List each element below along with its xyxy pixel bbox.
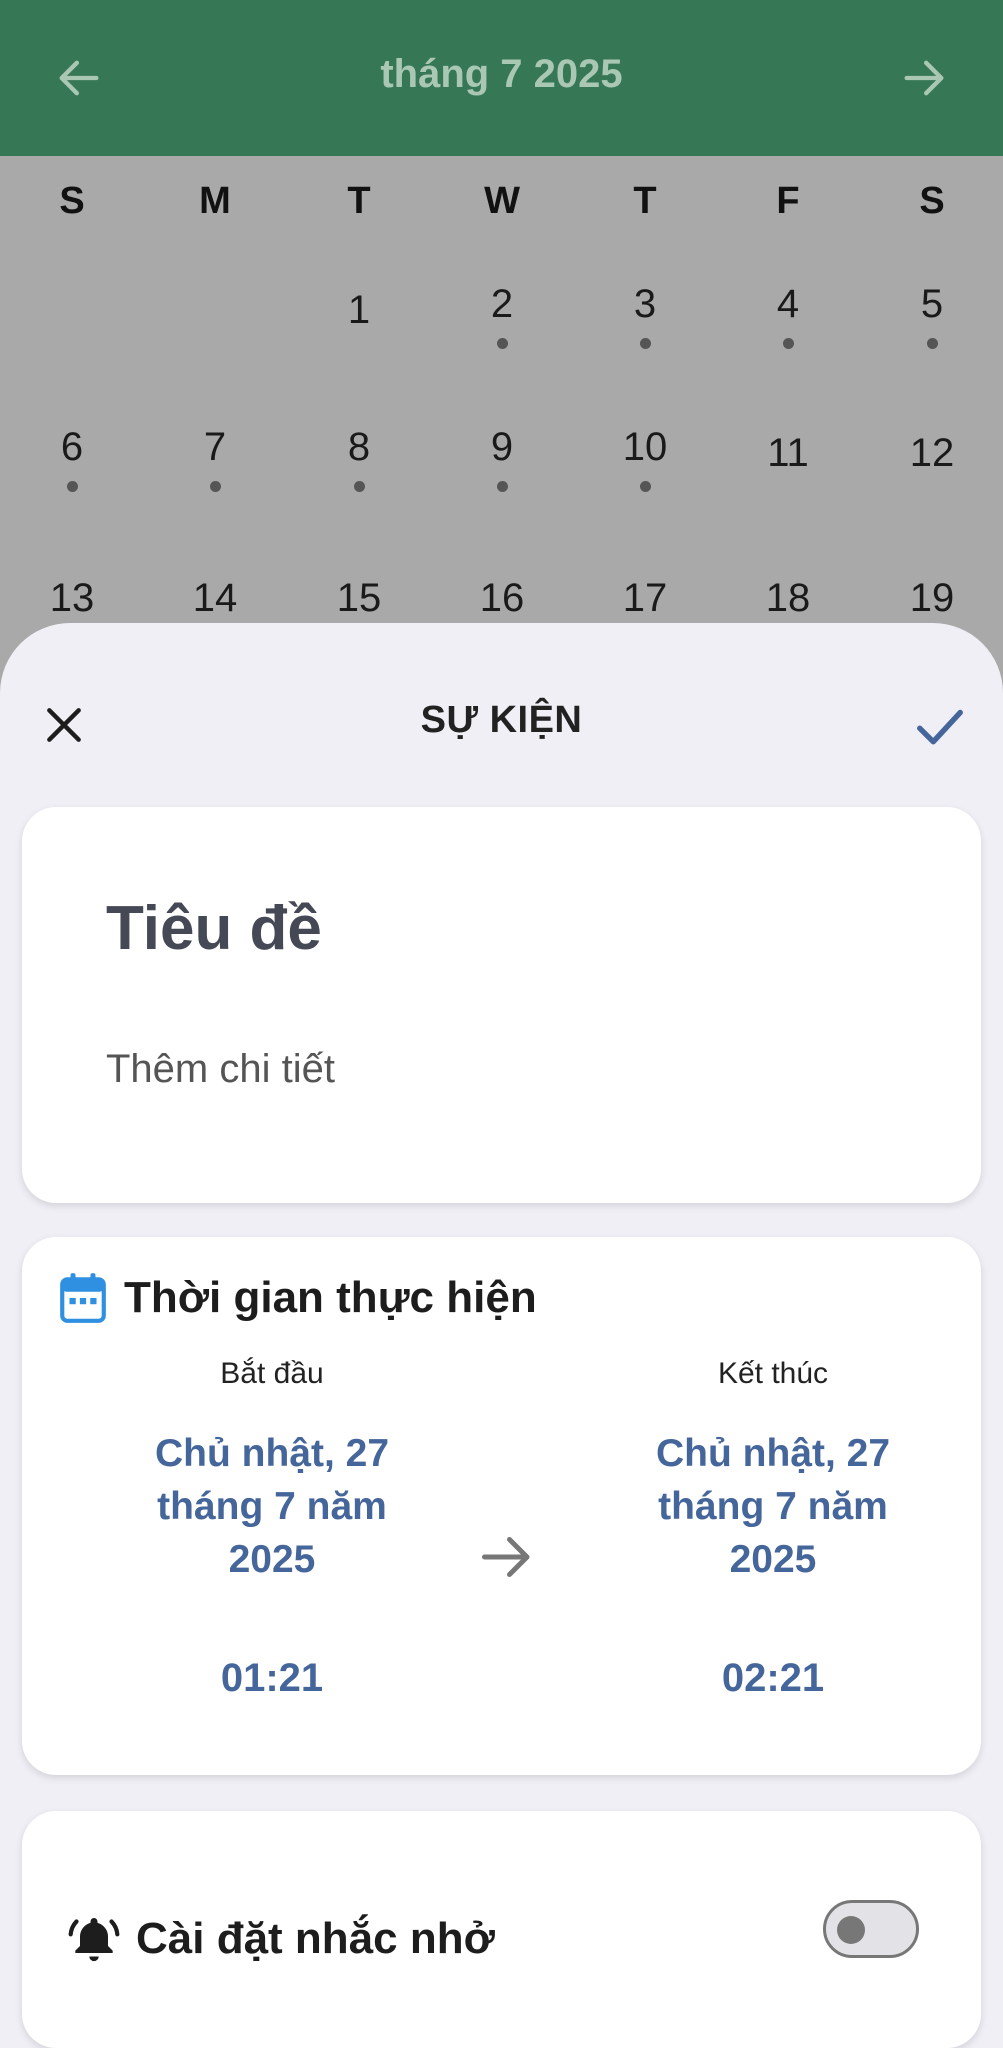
reminder-row: Cài đặt nhắc nhở — [66, 1911, 495, 1967]
weekday-label: W — [484, 180, 520, 222]
weekday-header: S M T W T F S — [0, 180, 1003, 230]
calendar-grid: S M T W T F S 1 2 3 4 5 6 7 8 9 10 11 12 13 14 15 16 17 1… — [0, 156, 1003, 626]
confirm-button[interactable] — [905, 691, 975, 761]
event-sheet: SỰ KIỆN Thời gian thực hiện Bắt — [0, 623, 1003, 2048]
end-datetime: Kết thúc Chủ nhật, 27 tháng 7 năm 2025 0… — [623, 1357, 923, 1701]
reminder-card: Cài đặt nhắc nhở — [22, 1811, 981, 2048]
calendar-icon — [60, 1273, 106, 1323]
weekday-label: F — [776, 180, 800, 222]
start-date-line: Chủ nhật, 27 — [154, 1432, 390, 1475]
day-number: 10 — [622, 425, 668, 469]
day-number: 16 — [479, 576, 525, 620]
start-datetime: Bắt đầu Chủ nhật, 27 tháng 7 năm 2025 01… — [122, 1357, 422, 1701]
day-number: 11 — [767, 431, 809, 475]
arrow-right-icon — [904, 60, 944, 96]
weekday-label: S — [59, 180, 85, 222]
event-dot — [66, 481, 78, 492]
reminder-label: Cài đặt nhắc nhở — [136, 1914, 495, 1963]
time-section-label: Thời gian thực hiện — [124, 1273, 537, 1322]
calendar-day[interactable]: 7 — [165, 423, 265, 533]
next-month-button[interactable] — [884, 38, 964, 118]
calendar-day[interactable]: 1 — [309, 286, 409, 396]
event-dot — [209, 481, 221, 492]
event-dot — [496, 338, 508, 349]
day-number: 19 — [909, 576, 955, 620]
event-dot — [639, 338, 651, 349]
month-title: tháng 7 2025 — [380, 52, 623, 96]
weekday-label: S — [919, 180, 945, 222]
calendar-day[interactable]: 5 — [882, 280, 982, 390]
end-caption: Kết thúc — [717, 1357, 829, 1390]
calendar-day[interactable]: 6 — [22, 423, 122, 533]
toggle-knob — [837, 1916, 865, 1944]
calendar-day[interactable]: 4 — [738, 280, 838, 390]
day-number: 12 — [909, 431, 955, 475]
end-date-line: 2025 — [729, 1538, 817, 1581]
start-caption: Bắt đầu — [220, 1357, 324, 1390]
day-number: 14 — [192, 576, 238, 620]
end-date-line: Chủ nhật, 27 — [655, 1432, 891, 1475]
bell-ring-icon — [68, 1918, 120, 1962]
reminder-toggle[interactable] — [823, 1900, 919, 1958]
day-number: 13 — [49, 576, 95, 620]
day-number: 7 — [203, 425, 227, 469]
event-dot — [639, 481, 651, 492]
sheet-title: SỰ KIỆN — [420, 699, 583, 741]
check-icon — [917, 709, 963, 745]
day-number: 9 — [490, 425, 514, 469]
start-date-button[interactable]: Chủ nhật, 27 tháng 7 năm 2025 — [122, 1427, 422, 1586]
end-date-line: tháng 7 năm — [658, 1485, 888, 1528]
event-time-card: Thời gian thực hiện Bắt đầu Chủ nhật, 27… — [22, 1237, 981, 1775]
event-dot — [782, 338, 794, 349]
day-number: 1 — [347, 288, 371, 332]
calendar-day[interactable]: 11 — [738, 429, 838, 539]
event-text-card — [22, 807, 981, 1203]
calendar-day[interactable]: 9 — [452, 423, 552, 533]
start-date-line: 2025 — [228, 1538, 316, 1581]
time-section-header: Thời gian thực hiện — [58, 1271, 537, 1325]
end-date-button[interactable]: Chủ nhật, 27 tháng 7 năm 2025 — [623, 1427, 923, 1586]
weekday-label: T — [633, 180, 657, 222]
calendar-day[interactable]: 3 — [595, 280, 695, 390]
day-number: 4 — [776, 282, 800, 326]
weekday-label: M — [199, 180, 231, 222]
start-time-button[interactable]: 01:21 — [122, 1656, 422, 1701]
day-number: 5 — [920, 282, 944, 326]
sheet-header: SỰ KIỆN — [0, 623, 1003, 813]
event-dot — [926, 338, 938, 349]
day-number: 15 — [336, 576, 382, 620]
event-title-input[interactable] — [106, 893, 906, 964]
start-date-line: tháng 7 năm — [157, 1485, 387, 1528]
day-number: 2 — [490, 282, 514, 326]
calendar-day[interactable]: 2 — [452, 280, 552, 390]
calendar-day[interactable]: 10 — [595, 423, 695, 533]
app-header: tháng 7 2025 — [0, 0, 1003, 156]
event-detail-input[interactable] — [106, 1047, 906, 1092]
weekday-label: T — [347, 180, 371, 222]
day-number: 17 — [622, 576, 668, 620]
arrow-right-icon — [482, 1537, 530, 1577]
calendar-day[interactable]: 8 — [309, 423, 409, 533]
end-time-button[interactable]: 02:21 — [623, 1656, 923, 1701]
event-dot — [496, 481, 508, 492]
day-number: 3 — [633, 282, 657, 326]
event-dot — [353, 481, 365, 492]
day-number: 8 — [347, 425, 371, 469]
day-number: 6 — [60, 425, 84, 469]
day-number: 18 — [765, 576, 811, 620]
calendar-day[interactable]: 12 — [882, 429, 982, 539]
